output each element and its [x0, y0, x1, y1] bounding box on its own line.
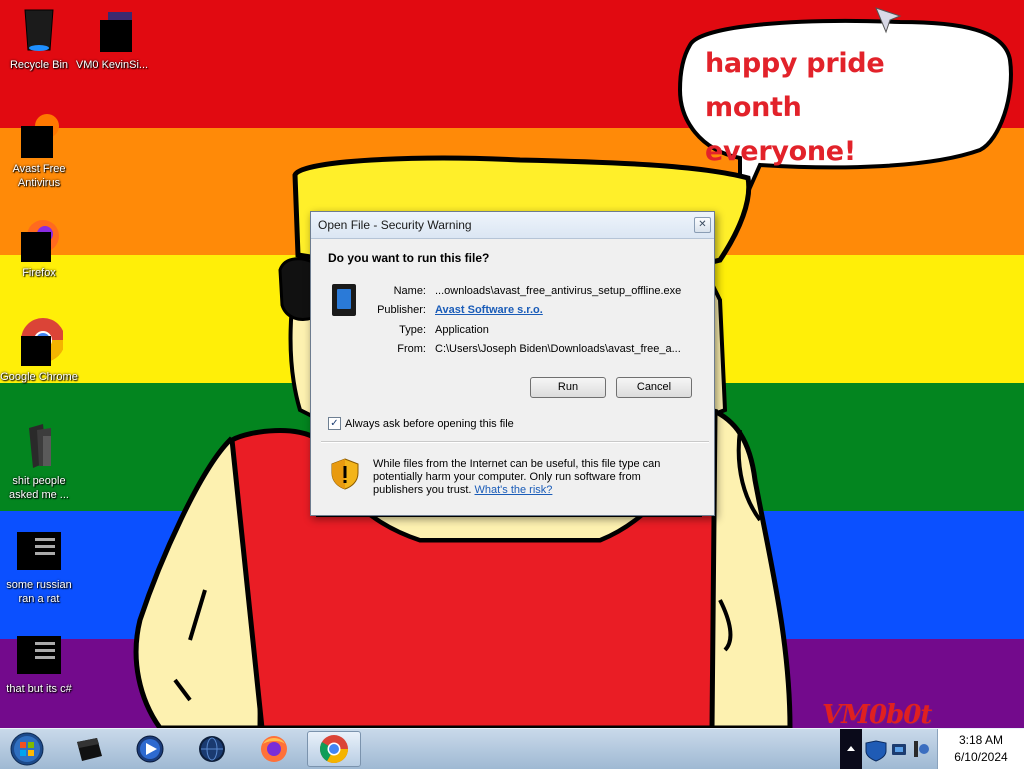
desktop-icon-folder[interactable]: shit people asked me ...: [0, 422, 79, 502]
taskbar-item-virtualbox[interactable]: [62, 731, 116, 767]
desktop-icon-label: some russian ran a rat: [6, 579, 72, 605]
warning-text: While files from the Internet can be use…: [373, 458, 678, 497]
type-value: Application: [435, 324, 489, 336]
desktop-icon-label: that but its c#: [6, 683, 72, 695]
name-value: ...ownloads\avast_free_antivirus_setup_o…: [435, 285, 682, 297]
taskbar-clock[interactable]: 3:18 AM 6/10/2024: [937, 729, 1024, 769]
desktop-icon-label: Firefox: [22, 267, 56, 279]
desktop-icon-avast[interactable]: Avast Free Antivirus: [0, 110, 79, 190]
always-ask-checkbox-row[interactable]: ✓ Always ask before opening this file: [328, 417, 514, 430]
wallpaper-signature: VM0b0t: [822, 700, 932, 728]
desktop-icon-rat[interactable]: some russian ran a rat: [0, 526, 79, 606]
speech-bubble-line-2: everyone!: [705, 136, 856, 167]
clock-time: 3:18 AM: [958, 733, 1004, 747]
speech-bubble-line-1: happy pride month: [705, 48, 885, 123]
avast-icon: [15, 110, 63, 158]
chrome-icon: [320, 735, 348, 763]
virtualbox-icon: [77, 738, 102, 761]
dialog-title: Open File - Security Warning: [318, 218, 472, 232]
taskbar: 3:18 AM 6/10/2024: [0, 728, 1024, 769]
desktop-icon-label: Avast Free Antivirus: [12, 163, 66, 189]
always-ask-checkbox-label: Always ask before opening this file: [345, 417, 514, 430]
desktop-icon-firefox[interactable]: Firefox: [0, 214, 79, 280]
run-button[interactable]: Run: [530, 377, 606, 398]
desktop-icon-label: Google Chrome: [0, 371, 78, 383]
desktop-icon-chrome[interactable]: Google Chrome: [0, 318, 79, 384]
recycle-bin-icon: [15, 6, 63, 54]
folder-icon: [15, 422, 63, 470]
media-player-icon: [136, 735, 164, 763]
security-shield-icon: [865, 740, 887, 762]
speech-bubble-text: happy pride month everyone!: [705, 42, 985, 174]
publisher-label: Publisher:: [377, 304, 426, 316]
dialog-divider: [321, 441, 709, 443]
app-window-icon: [15, 526, 63, 574]
volume-icon: [914, 741, 918, 757]
from-label: From:: [397, 343, 426, 355]
dialog-titlebar[interactable]: Open File - Security Warning ✕: [311, 212, 714, 239]
cancel-button[interactable]: Cancel: [616, 377, 692, 398]
dialog-question: Do you want to run this file?: [328, 251, 490, 265]
desktop-icon-vm[interactable]: VM0 KevinSi...: [72, 6, 152, 72]
app-window-icon: [15, 630, 63, 678]
taskbar-item-media-player[interactable]: [123, 731, 177, 767]
desktop-icon-rat-csharp[interactable]: that but its c#: [0, 630, 79, 696]
shield-warning-icon: [331, 458, 359, 490]
desktop-icon-label: Recycle Bin: [9, 59, 69, 71]
firefox-icon: [15, 214, 63, 262]
desktop-icon-label: shit people asked me ...: [9, 475, 69, 501]
security-warning-dialog: Open File - Security Warning ✕ Do you wa…: [310, 211, 715, 516]
system-tray: 3:18 AM 6/10/2024: [840, 729, 1024, 769]
vm-icon: [88, 6, 136, 54]
name-label: Name:: [393, 285, 426, 297]
desktop: happy pride month everyone! VM0b0t Recyc…: [0, 0, 1024, 728]
desktop-icon-label: VM0 KevinSi...: [75, 59, 149, 71]
start-button[interactable]: [5, 731, 49, 767]
from-value: C:\Users\Joseph Biden\Downloads\avast_fr…: [435, 343, 681, 355]
firefox-icon: [261, 736, 287, 762]
clock-date: 6/10/2024: [954, 750, 1008, 764]
tray-icons: [840, 729, 929, 769]
windows-logo-icon: [10, 732, 44, 766]
type-label: Type:: [399, 324, 426, 336]
whats-the-risk-link[interactable]: What's the risk?: [475, 484, 553, 496]
publisher-link[interactable]: Avast Software s.r.o.: [435, 304, 543, 316]
close-icon[interactable]: ✕: [694, 217, 711, 233]
chrome-icon: [15, 318, 65, 366]
taskbar-item-chrome[interactable]: [307, 731, 361, 767]
desktop-icon-recycle-bin[interactable]: Recycle Bin: [0, 6, 79, 72]
taskbar-item-firefox[interactable]: [247, 731, 301, 767]
always-ask-checkbox[interactable]: ✓: [328, 417, 341, 430]
taskbar-item-globe[interactable]: [185, 731, 239, 767]
globe-icon: [199, 736, 225, 762]
